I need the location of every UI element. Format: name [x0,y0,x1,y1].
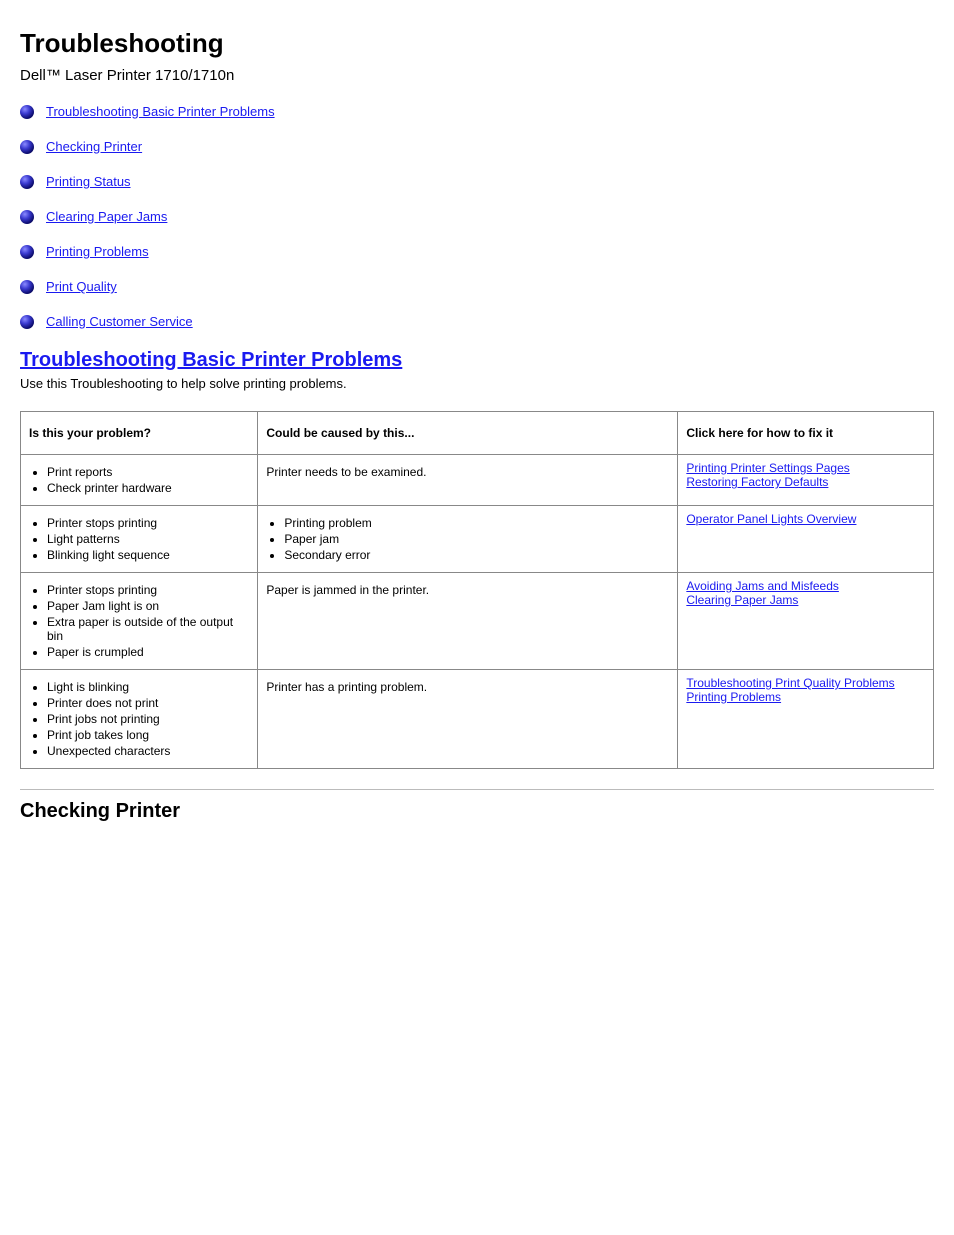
table-cell: Printing Printer Settings PagesRestoring… [678,455,934,506]
nav-link[interactable]: Troubleshooting Basic Printer Problems [46,104,275,119]
list-item: Printer does not print [47,696,249,710]
table-header-row: Is this your problem? Could be caused by… [21,412,934,455]
list-item: Paper Jam light is on [47,599,249,613]
fix-link[interactable]: Printing Problems [686,690,781,704]
fix-link[interactable]: Clearing Paper Jams [686,593,798,607]
bullet-sphere-icon [20,280,34,294]
troubleshooting-table: Is this your problem? Could be caused by… [20,411,934,769]
section-heading-basic: Troubleshooting Basic Printer Problems [20,349,934,372]
table-header-cause: Could be caused by this... [258,412,678,455]
nav-link[interactable]: Printing Problems [46,244,149,259]
fix-link[interactable]: Restoring Factory Defaults [686,475,828,489]
nav-item: Checking Printer [20,139,934,154]
bullet-sphere-icon [20,315,34,329]
nav-link[interactable]: Print Quality [46,279,117,294]
table-cell: Paper is jammed in the printer. [258,573,678,670]
table-row: Printer stops printing Light patterns Blin… [21,506,934,573]
list-item: Printer stops printing [47,516,249,530]
nav-item: Print Quality [20,279,934,294]
list-item: Print reports [47,465,249,479]
list-item: Check printer hardware [47,481,249,495]
cell-text: Paper is jammed in the printer. [266,583,669,597]
divider [20,789,934,790]
cell-text: Printer needs to be examined. [266,465,669,479]
table-cell: Light is blinking Printer does not print P… [21,670,258,769]
fix-link[interactable]: Operator Panel Lights Overview [686,512,856,526]
nav-link[interactable]: Checking Printer [46,139,142,154]
nav-link[interactable]: Clearing Paper Jams [46,209,167,224]
table-cell: Operator Panel Lights Overview [678,506,934,573]
fix-link[interactable]: Troubleshooting Print Quality Problems [686,676,894,690]
fix-link[interactable]: Avoiding Jams and Misfeeds [686,579,839,593]
nav-link[interactable]: Calling Customer Service [46,314,193,329]
bullet-sphere-icon [20,175,34,189]
section-heading-basic-link[interactable]: Troubleshooting Basic Printer Problems [20,349,402,371]
list-item: Paper is crumpled [47,645,249,659]
table-cell: Printer needs to be examined. [258,455,678,506]
table-cell: Avoiding Jams and MisfeedsClearing Paper… [678,573,934,670]
list-item: Print jobs not printing [47,712,249,726]
cell-list: Print reports Check printer hardware [29,465,249,495]
list-item: Printer stops printing [47,583,249,597]
table-cell: Printer stops printing Paper Jam light is… [21,573,258,670]
cell-list: Printer stops printing Light patterns Blin… [29,516,249,562]
nav-link[interactable]: Printing Status [46,174,131,189]
cell-list: Printer stops printing Paper Jam light is… [29,583,249,659]
table-cell: Printer stops printing Light patterns Blin… [21,506,258,573]
table-row: Printer stops printing Paper Jam light is… [21,573,934,670]
product-subtitle: Dell™ Laser Printer 1710/1710n [20,67,934,84]
table-cell: Printing problem Paper jam Secondary error [258,506,678,573]
nav-item: Printing Problems [20,244,934,259]
nav-item: Calling Customer Service [20,314,934,329]
section-heading-checking: Checking Printer [20,800,934,823]
list-item: Light is blinking [47,680,249,694]
list-item: Light patterns [47,532,249,546]
bullet-sphere-icon [20,245,34,259]
table-header-fix: Click here for how to fix it [678,412,934,455]
list-item: Extra paper is outside of the output bin [47,615,249,643]
cell-list: Light is blinking Printer does not print P… [29,680,249,758]
table-row: Print reportsCheck printer hardwarePrint… [21,455,934,506]
table-header-problem: Is this your problem? [21,412,258,455]
table-cell: Troubleshooting Print Quality ProblemsPr… [678,670,934,769]
list-item: Unexpected characters [47,744,249,758]
nav-item: Printing Status [20,174,934,189]
section-subtext: Use this Troubleshooting to help solve p… [20,376,934,391]
nav-list: Troubleshooting Basic Printer Problems Ch… [20,104,934,329]
fix-link[interactable]: Printing Printer Settings Pages [686,461,849,475]
list-item: Paper jam [284,532,669,546]
page-title: Troubleshooting [20,28,934,59]
bullet-sphere-icon [20,105,34,119]
bullet-sphere-icon [20,210,34,224]
bullet-sphere-icon [20,140,34,154]
nav-item: Clearing Paper Jams [20,209,934,224]
table-cell: Printer has a printing problem. [258,670,678,769]
list-item: Secondary error [284,548,669,562]
nav-item: Troubleshooting Basic Printer Problems [20,104,934,119]
list-item: Print job takes long [47,728,249,742]
table-row: Light is blinking Printer does not print P… [21,670,934,769]
list-item: Blinking light sequence [47,548,249,562]
cell-list: Printing problem Paper jam Secondary error [266,516,669,562]
list-item: Printing problem [284,516,669,530]
table-cell: Print reports Check printer hardware [21,455,258,506]
cell-text: Printer has a printing problem. [266,680,669,694]
